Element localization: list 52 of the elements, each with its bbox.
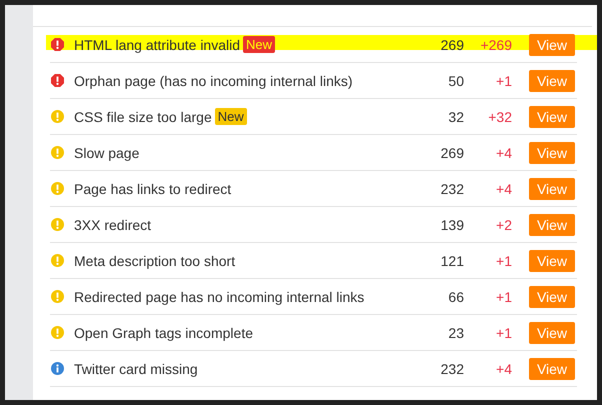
new-badge: New [243, 36, 276, 53]
error-octagon-icon [51, 38, 64, 51]
view-button[interactable]: View [529, 214, 575, 236]
issue-title: Slow page [74, 144, 140, 160]
count-change: +4 [495, 180, 512, 196]
issue-title: Page has links to redirect [74, 180, 232, 196]
error-octagon-icon [51, 74, 64, 87]
warning-icon [51, 182, 64, 195]
issue-count: 232 [440, 360, 464, 376]
warning-icon [51, 326, 64, 339]
issue-count: 139 [440, 216, 464, 232]
issue-count: 269 [440, 144, 464, 160]
warning-icon [51, 110, 64, 123]
view-button[interactable]: View [529, 70, 575, 92]
view-button[interactable]: View [529, 286, 575, 308]
view-button[interactable]: View [529, 322, 575, 344]
new-badge: New [214, 108, 247, 125]
issue-title: CSS file size too large [74, 108, 212, 124]
count-change: +1 [495, 252, 512, 268]
issue-count: 121 [440, 252, 464, 268]
count-change: +269 [479, 36, 512, 52]
issue-title: Open Graph tags incomplete [74, 324, 253, 340]
count-change: +4 [495, 360, 512, 376]
issue-title: 3XX redirect [74, 216, 152, 232]
count-change: +1 [495, 72, 512, 88]
issue-count: 66 [447, 288, 464, 304]
issue-title: Redirected page has no incoming internal links [74, 288, 364, 304]
view-button[interactable]: View [529, 34, 575, 56]
info-icon [51, 362, 64, 375]
view-button[interactable]: View [529, 142, 575, 164]
view-button[interactable]: View [529, 178, 575, 200]
issue-count: 23 [447, 324, 464, 340]
issue-title: Orphan page (has no incoming internal links) [74, 72, 353, 88]
view-button[interactable]: View [529, 106, 575, 128]
view-button[interactable]: View [529, 250, 575, 272]
warning-icon [51, 218, 64, 231]
count-change: +1 [495, 324, 512, 340]
count-change: +1 [495, 288, 512, 304]
warning-icon [51, 146, 64, 159]
issue-count: 269 [440, 36, 464, 52]
warning-icon [51, 254, 64, 267]
issue-count: 32 [447, 108, 464, 124]
issue-count: 232 [440, 180, 464, 196]
issue-count: 50 [447, 72, 464, 88]
count-change: +4 [495, 144, 512, 160]
issue-title: HTML lang attribute invalid [74, 36, 240, 52]
issue-title: Twitter card missing [74, 360, 198, 376]
count-change: +2 [495, 216, 512, 232]
warning-icon [51, 290, 64, 303]
issue-title: Meta description too short [74, 252, 236, 268]
count-change: +32 [487, 108, 512, 124]
view-button[interactable]: View [529, 358, 575, 380]
